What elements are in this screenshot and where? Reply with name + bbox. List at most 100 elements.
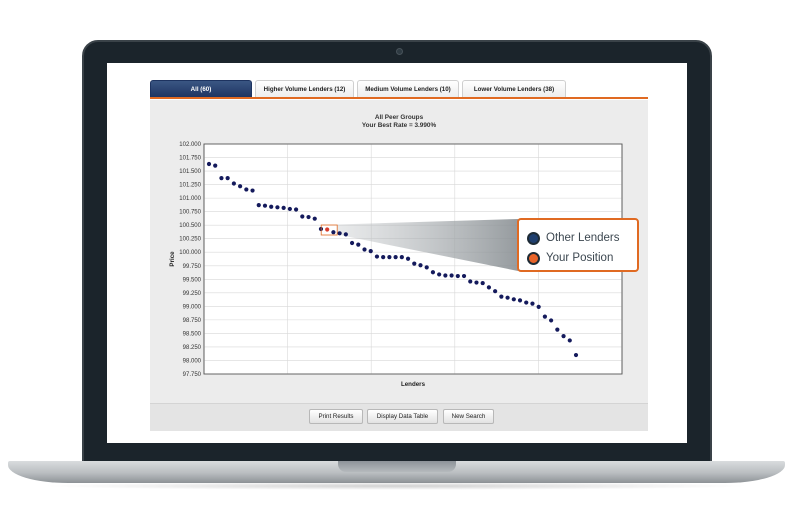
lender-point [374,254,380,259]
tab-medium-volume[interactable]: Medium Volume Lenders (10) [357,80,459,98]
lender-point [524,300,529,305]
laptop-notch [338,461,456,472]
y-tick-label: 98.500 [183,331,202,337]
lender-point [399,255,404,260]
lender-point [381,255,386,260]
lender-point [238,184,243,189]
lender-point [505,295,510,300]
lender-point [449,273,454,278]
lender-point [555,327,560,332]
lender-point [368,249,373,254]
lender-point [542,314,547,319]
y-tick-label: 99.000 [183,304,202,310]
y-tick-label: 98.250 [183,345,202,351]
lender-point [281,205,286,210]
lender-point [349,240,355,246]
lender-point [337,231,342,236]
tab-higher-volume[interactable]: Higher Volume Lenders (12) [255,80,354,98]
lender-point [499,294,504,299]
y-tick-label: 101.500 [179,169,201,175]
legend-callout: Other Lenders Your Position [517,218,639,272]
lender-point [213,163,218,168]
lender-point [343,232,348,237]
lender-point [418,263,423,268]
laptop-mockup: All (60) Higher Volume Lenders (12) Medi… [0,0,793,506]
y-axis-label: Price [169,251,176,267]
lender-point [443,273,448,278]
x-axis-label: Lenders [401,381,426,388]
lender-point [517,298,523,303]
lender-point [573,352,579,358]
lender-point [461,273,467,279]
y-tick-label: 100.000 [179,250,201,256]
y-tick-label: 99.250 [183,291,202,297]
lender-point [561,334,566,339]
lender-point [306,214,311,220]
lender-point [511,297,516,302]
action-bar: Print Results Display Data Table New Sea… [150,403,648,431]
tab-all[interactable]: All (60) [150,80,252,98]
navy-circle-icon [527,231,540,245]
legend-label-other: Other Lenders [546,232,620,244]
lender-point [424,265,429,270]
lender-point [493,289,498,294]
lender-point [275,205,280,210]
laptop-shadow [40,482,753,490]
y-tick-label: 101.750 [179,156,201,162]
lender-point [262,203,268,208]
lender-point [206,161,212,167]
lender-point [269,204,274,209]
lender-point [536,304,541,309]
lender-point [293,207,299,212]
lender-point [393,255,398,260]
tab-bar: All (60) Higher Volume Lenders (12) Medi… [150,80,648,98]
lender-point [437,272,442,277]
lender-point [225,175,230,181]
display-data-table-button[interactable]: Display Data Table [367,409,438,424]
new-search-button[interactable]: New Search [443,409,494,424]
lender-point [486,285,492,290]
tab-lower-volume[interactable]: Lower Volume Lenders (38) [462,80,566,98]
your-position-point [325,227,330,232]
y-tick-label: 98.000 [183,358,202,364]
lender-point [549,318,554,323]
lender-point [300,214,305,219]
y-tick-label: 100.500 [179,223,201,229]
lender-point [468,279,473,284]
lender-point [567,338,572,343]
legend-item-yours: Your Position [527,250,613,266]
chart-panel: All Peer Groups Your Best Rate = 3.990% … [150,100,648,405]
lender-point [430,270,436,275]
lender-point [250,188,255,193]
y-tick-label: 101.250 [179,183,201,189]
orange-circle-icon [527,251,540,265]
lender-point [256,203,261,208]
y-tick-label: 98.750 [183,318,202,324]
y-tick-label: 99.750 [183,264,202,270]
lender-point [455,273,460,279]
y-tick-label: 99.500 [183,277,202,283]
y-tick-label: 101.000 [179,196,201,202]
tab-underline [150,97,648,99]
lender-point [530,301,535,306]
lender-point [356,242,361,247]
lender-point [480,280,485,286]
print-results-button[interactable]: Print Results [309,409,363,424]
y-axis-ticks: 102.000 101.750 101.500 101.250 101.000 100.7… [179,142,201,378]
y-tick-label: 102.000 [179,142,201,148]
camera-icon [396,48,403,55]
y-tick-label: 100.250 [179,237,201,243]
app-screen: All (60) Higher Volume Lenders (12) Medi… [107,63,687,443]
lender-point [412,261,417,266]
lender-point [362,247,367,252]
lender-point [331,230,336,235]
lender-point [219,175,224,181]
legend-label-yours: Your Position [546,252,614,264]
lender-point [387,255,392,260]
lender-point [405,256,411,261]
y-tick-label: 100.750 [179,210,201,216]
lender-point [312,216,317,221]
lender-point [287,206,292,212]
lender-point [474,280,479,285]
y-tick-label: 97.750 [183,372,202,378]
